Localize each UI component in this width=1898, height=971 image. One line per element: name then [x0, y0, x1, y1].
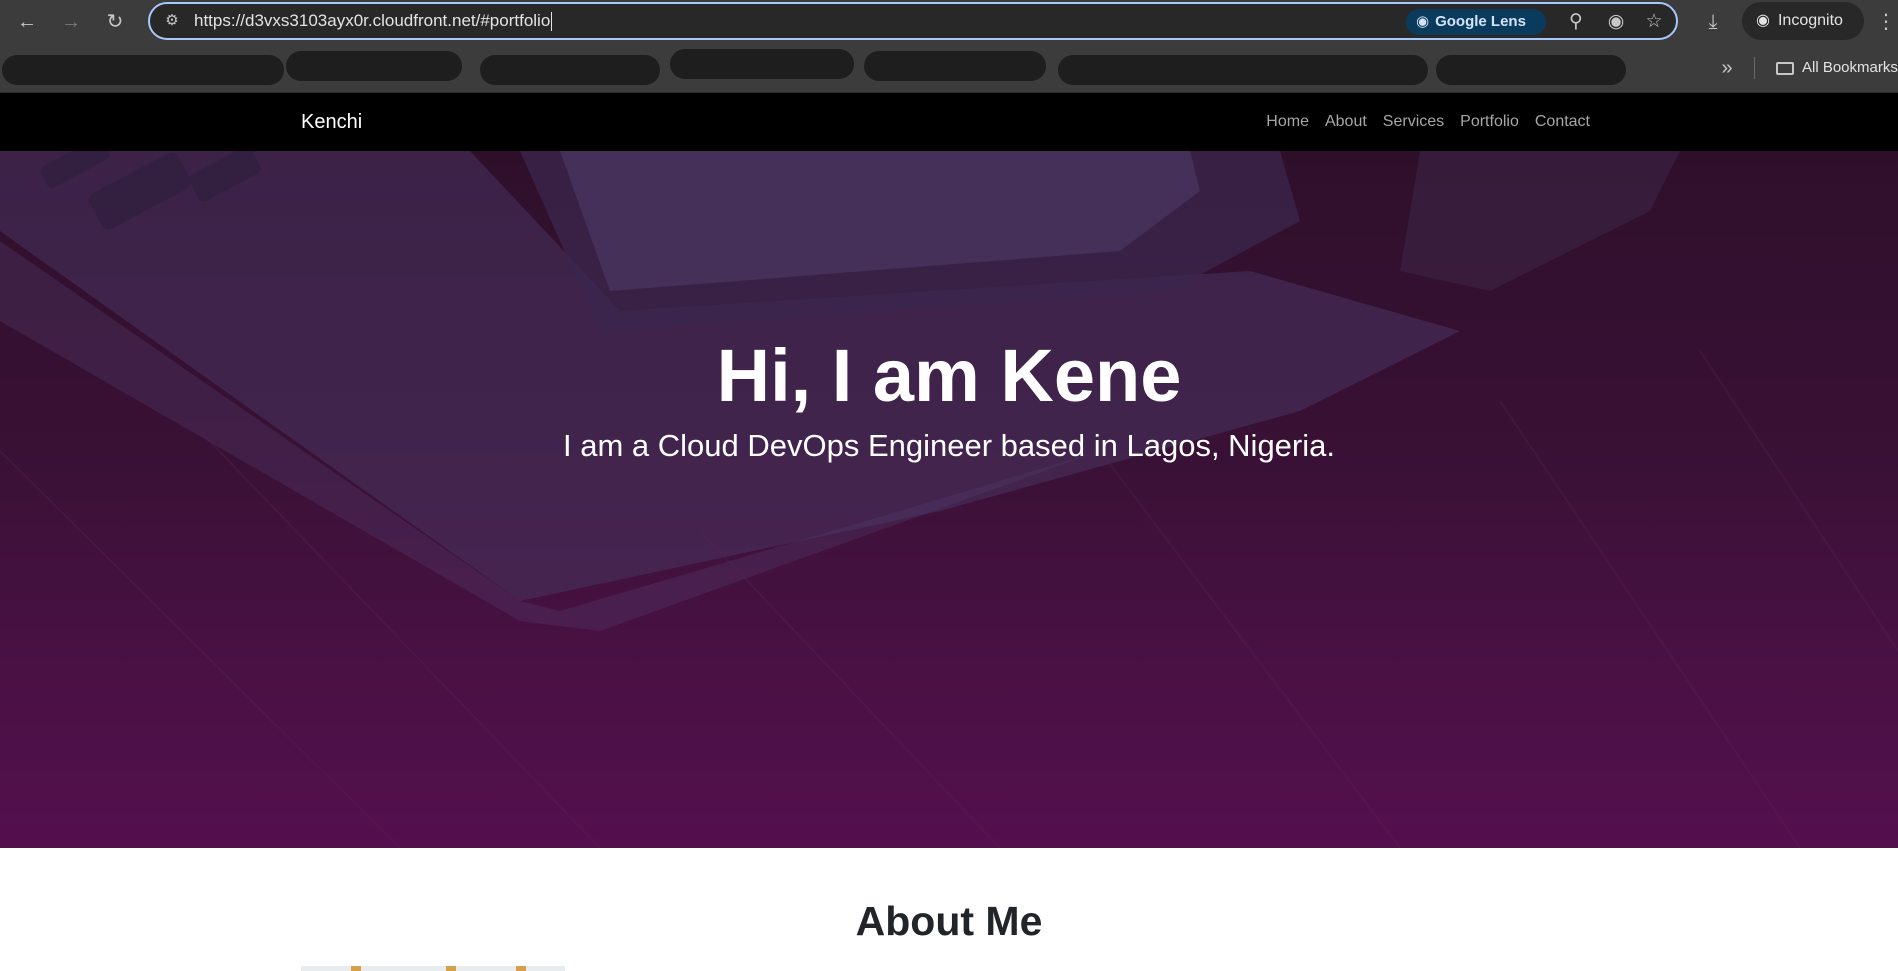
about-image — [301, 966, 565, 971]
bookmarks-bar: » All Bookmarks — [0, 45, 1898, 93]
bookmark-item-redacted[interactable] — [864, 51, 1046, 81]
tracking-protection-icon[interactable]: ◉ — [1602, 10, 1630, 34]
site-brand[interactable]: Kenchi — [301, 93, 362, 151]
google-lens-label: Google Lens — [1435, 13, 1526, 30]
bookmarks-divider — [1754, 57, 1755, 79]
hero-section: Hi, I am Kene I am a Cloud DevOps Engine… — [0, 151, 1898, 848]
about-heading: About Me — [855, 898, 1043, 944]
bookmark-item-redacted[interactable] — [1058, 55, 1428, 85]
incognito-label: Incognito — [1777, 12, 1843, 29]
zoom-icon[interactable]: ⚲ — [1562, 10, 1590, 34]
forward-arrow-icon[interactable]: → — [56, 8, 86, 36]
nav-link-services[interactable]: Services — [1383, 93, 1444, 151]
google-lens-button[interactable]: ◉ Google Lens — [1406, 9, 1546, 35]
incognito-icon: ◉ — [1756, 12, 1770, 29]
browser-toolbar: ← → ↻ ⚙ https://d3vxs3103ayx0r.cloudfron… — [0, 0, 1898, 45]
google-lens-icon: ◉ — [1416, 13, 1430, 30]
site-nav-links: Home About Services Portfolio Contact — [1266, 93, 1590, 151]
site-navbar: Kenchi Home About Services Portfolio Con… — [0, 93, 1898, 151]
double-chevron-icon[interactable]: » — [1714, 55, 1740, 81]
nav-link-contact[interactable]: Contact — [1535, 93, 1590, 151]
bookmark-item-redacted[interactable] — [480, 55, 660, 85]
kebab-menu-icon[interactable]: ⋮ — [1876, 8, 1896, 36]
url-text[interactable]: https://d3vxs3103ayx0r.cloudfront.net/#p… — [194, 4, 553, 38]
back-arrow-icon[interactable]: ← — [12, 8, 42, 36]
download-icon[interactable]: ⤓ — [1698, 8, 1728, 36]
folder-icon — [1776, 61, 1794, 75]
bookmark-item-redacted[interactable] — [286, 51, 462, 81]
bookmark-star-icon[interactable]: ☆ — [1640, 10, 1668, 34]
hero-subtitle: I am a Cloud DevOps Engineer based in La… — [563, 428, 1335, 463]
hero-title: Hi, I am Kene — [716, 334, 1182, 417]
nav-link-about[interactable]: About — [1325, 93, 1367, 151]
bookmark-item-redacted[interactable] — [670, 49, 854, 79]
bookmark-item-redacted[interactable] — [1436, 55, 1626, 85]
incognito-button[interactable]: ◉ Incognito — [1742, 2, 1864, 40]
address-bar[interactable]: ⚙ https://d3vxs3103ayx0r.cloudfront.net/… — [148, 2, 1678, 40]
site-info-icon[interactable]: ⚙ — [162, 12, 182, 30]
hero-background-image — [0, 151, 1898, 848]
bookmark-item-redacted[interactable] — [2, 55, 284, 85]
nav-link-portfolio[interactable]: Portfolio — [1460, 93, 1519, 151]
all-bookmarks-button[interactable]: All Bookmarks — [1776, 55, 1898, 81]
nav-link-home[interactable]: Home — [1266, 93, 1309, 151]
reload-icon[interactable]: ↻ — [100, 8, 130, 36]
all-bookmarks-label: All Bookmarks — [1802, 59, 1898, 76]
